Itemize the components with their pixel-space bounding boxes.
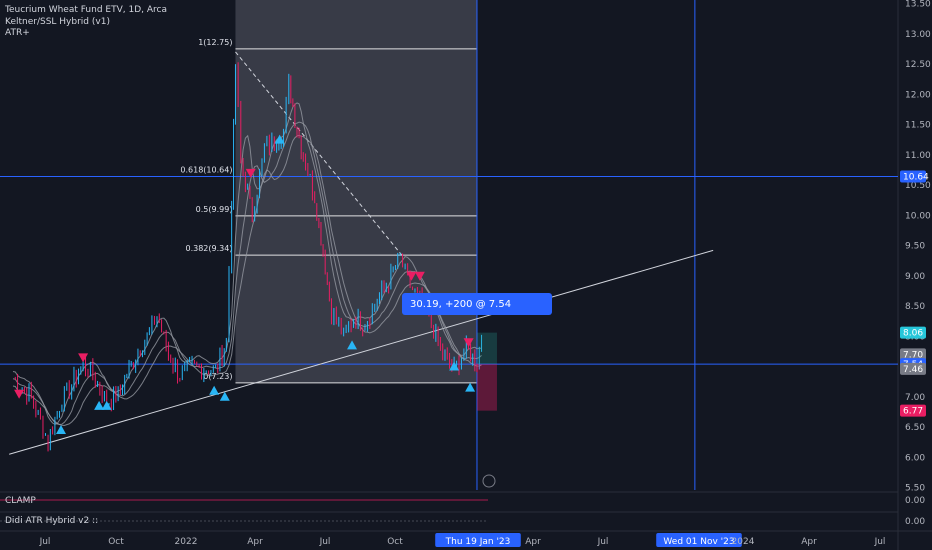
price-tick-label: 6.50: [905, 423, 925, 433]
price-tick-label: 13.50: [905, 0, 931, 10]
fib-level-label: 0.382(9.34): [185, 244, 232, 253]
time-tick-label: Oct: [108, 537, 124, 547]
date-tag-text: Wed 01 Nov '23: [663, 537, 734, 547]
buy-signal-icon: [465, 382, 476, 392]
lightning-icon: [482, 474, 496, 488]
price-tag-text: 8.06: [903, 329, 923, 339]
buy-signal-icon: [101, 400, 112, 410]
buy-signal-icon: [55, 425, 66, 435]
sell-signal-icon: [78, 353, 89, 363]
price-tick-label: 13.00: [905, 30, 931, 40]
time-tick-label: Apr: [801, 537, 817, 547]
price-tick-label: 7.00: [905, 393, 925, 403]
price-tick-label: 10.00: [905, 211, 931, 221]
time-tick-label: Apr: [525, 537, 541, 547]
price-tick-label: 6.00: [905, 453, 925, 463]
price-tick-label: 12.00: [905, 90, 931, 100]
fib-level-label: 0.5(9.99): [196, 205, 233, 214]
fib-level-label: 0.618(10.64): [180, 166, 232, 175]
pane-didi-label[interactable]: Didi ATR Hybrid v2 ::: [5, 516, 98, 526]
price-tick-label: 12.50: [905, 60, 931, 70]
time-tick-label: Jul: [39, 537, 51, 547]
time-tick-label: Jul: [597, 537, 609, 547]
buy-signal-icon: [209, 385, 220, 395]
position-profit-zone: [476, 332, 497, 365]
price-tick-label: 11.00: [905, 151, 931, 161]
price-tag-text: 6.77: [903, 407, 923, 417]
price-tick-label: 11.50: [905, 121, 931, 131]
trade-tooltip-text: 30.19, +200 @ 7.54: [410, 299, 511, 310]
date-tag-text: Thu 19 Jan '23: [445, 537, 511, 547]
pane-didi-value: 0.00: [905, 517, 925, 527]
price-tick-label: 9.00: [905, 272, 925, 282]
price-tag-text: 10.64: [903, 173, 929, 183]
price-tick-label: 5.50: [905, 484, 925, 494]
indicator-keltner-label[interactable]: Keltner/SSL Hybrid (v1): [5, 17, 167, 29]
time-tick-label: Jul: [319, 537, 331, 547]
position-loss-zone: [476, 364, 497, 411]
time-tick-label: 2024: [732, 537, 755, 547]
time-tick-label: Oct: [387, 537, 403, 547]
time-tick-label: Apr: [247, 537, 263, 547]
time-tick-label: 2022: [175, 537, 198, 547]
fib-level-label: 1(12.75): [198, 38, 232, 47]
chart-canvas[interactable]: 1(12.75) 0.618(10.64) 0.5(9.99) 0.382(9.34)…: [0, 0, 932, 550]
price-tag-text: 7.46: [903, 365, 923, 375]
pane-clamp-label[interactable]: CLAMP: [5, 496, 36, 506]
symbol-title[interactable]: Teucrium Wheat Fund ETV, 1D, Arca: [5, 5, 167, 17]
indicator-atr-label[interactable]: ATR+: [5, 28, 167, 40]
pane-clamp-value: 0.00: [905, 496, 925, 506]
price-tick-label: 8.50: [905, 302, 925, 312]
price-tick-label: 9.50: [905, 242, 925, 252]
sell-signal-icon: [14, 389, 25, 399]
time-tick-label: Jul: [874, 537, 886, 547]
chart-legend: Teucrium Wheat Fund ETV, 1D, Arca Keltne…: [5, 5, 167, 40]
